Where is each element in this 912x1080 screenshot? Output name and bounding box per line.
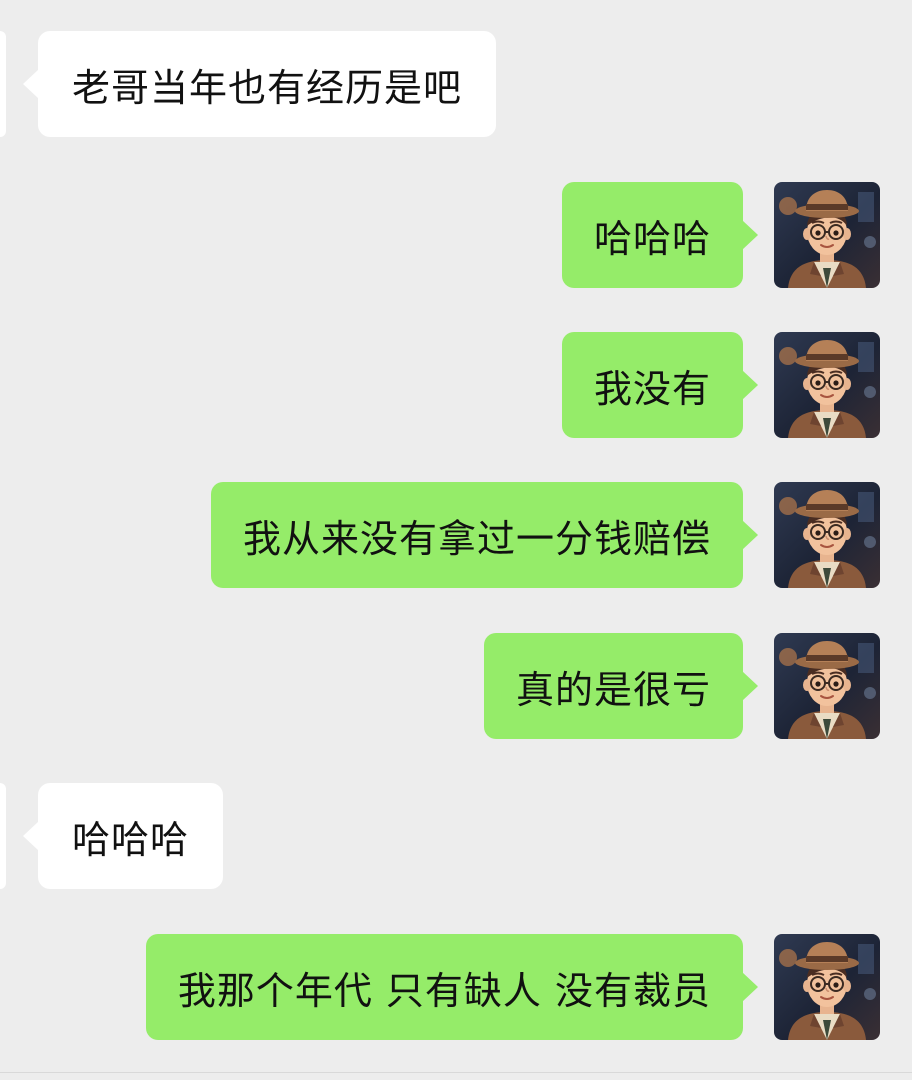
chat-message-list[interactable]: 老哥当年也有经历是吧 哈哈哈 我没有 我从来没有拿过一分钱赔偿 真的是很亏 哈哈… (0, 0, 912, 1080)
self-avatar[interactable] (774, 332, 880, 438)
message-text: 我那个年代 只有缺人 没有裁员 (177, 968, 711, 1013)
message-text: 哈哈哈 (593, 216, 711, 261)
message-row-outgoing: 真的是很亏 (0, 633, 912, 739)
cartoon-man-avatar-icon (774, 633, 880, 739)
message-text: 真的是很亏 (515, 667, 711, 712)
message-text: 哈哈哈 (72, 817, 190, 862)
message-text: 我从来没有拿过一分钱赔偿 (242, 516, 711, 561)
divider (0, 1072, 912, 1073)
message-bubble[interactable]: 我那个年代 只有缺人 没有裁员 (145, 934, 759, 1040)
message-row-incoming: 哈哈哈 (0, 783, 912, 889)
message-bubble[interactable]: 我没有 (561, 332, 759, 438)
message-bubble[interactable]: 真的是很亏 (483, 633, 759, 739)
message-bubble[interactable]: 老哥当年也有经历是吧 (22, 31, 497, 137)
message-row-outgoing: 我那个年代 只有缺人 没有裁员 (0, 934, 912, 1040)
message-row-outgoing: 哈哈哈 (0, 182, 912, 288)
contact-avatar[interactable] (0, 31, 6, 137)
cartoon-man-avatar-icon (774, 482, 880, 588)
cartoon-man-avatar-icon (774, 332, 880, 438)
message-row-outgoing: 我从来没有拿过一分钱赔偿 (0, 482, 912, 588)
cartoon-man-avatar-icon (774, 182, 880, 288)
message-text: 老哥当年也有经历是吧 (72, 65, 463, 110)
cartoon-man-avatar-icon (774, 934, 880, 1040)
message-text: 我没有 (593, 366, 711, 411)
self-avatar[interactable] (774, 182, 880, 288)
self-avatar[interactable] (774, 934, 880, 1040)
message-bubble[interactable]: 哈哈哈 (561, 182, 759, 288)
message-bubble[interactable]: 我从来没有拿过一分钱赔偿 (210, 482, 759, 588)
message-bubble[interactable]: 哈哈哈 (22, 783, 224, 889)
contact-avatar[interactable] (0, 783, 6, 889)
self-avatar[interactable] (774, 633, 880, 739)
self-avatar[interactable] (774, 482, 880, 588)
message-row-outgoing: 我没有 (0, 332, 912, 438)
message-row-incoming: 老哥当年也有经历是吧 (0, 31, 912, 137)
